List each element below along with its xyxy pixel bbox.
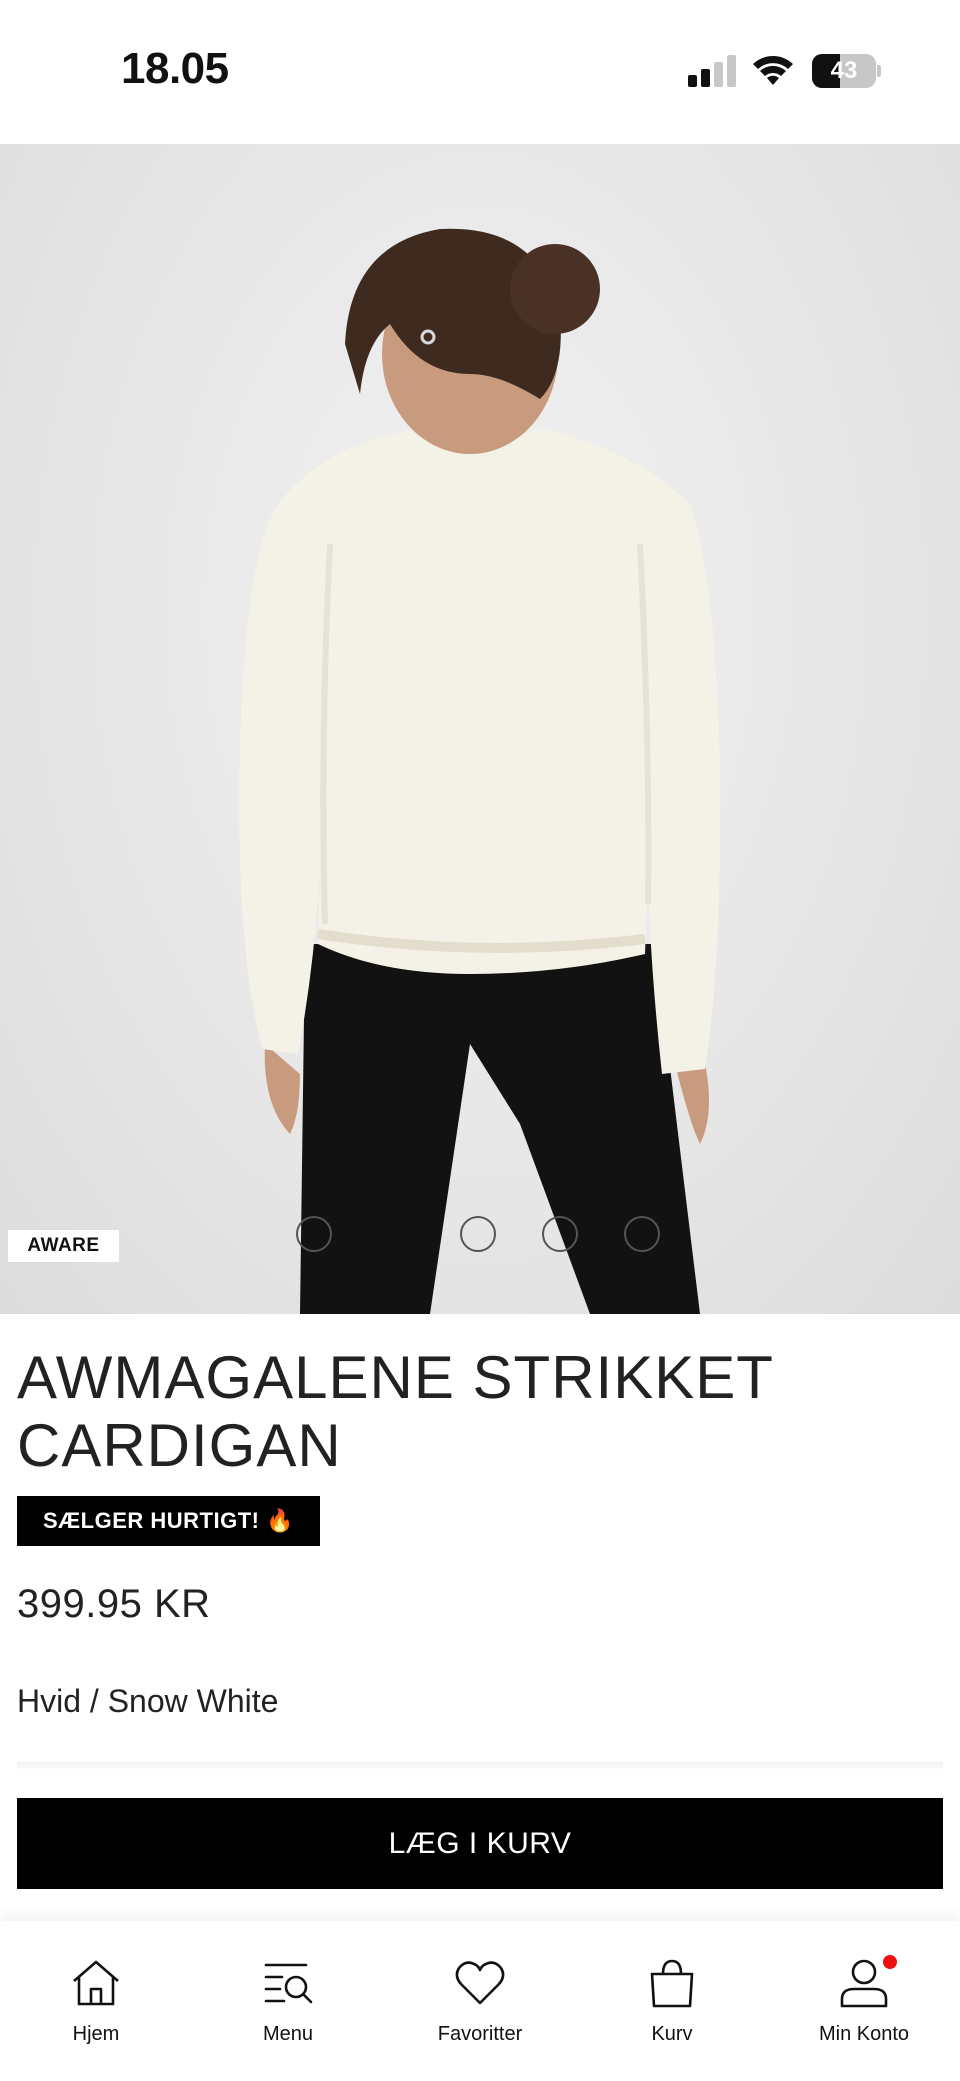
selling-fast-badge: SÆLGER HURTIGT! 🔥 — [17, 1496, 320, 1546]
signal-bar — [727, 55, 736, 87]
divider — [17, 1762, 943, 1770]
nav-item-favorites[interactable]: Favoritter — [384, 1921, 576, 2081]
product-color[interactable]: Hvid / Snow White — [17, 1683, 278, 1720]
product-price: 399.95 KR — [17, 1582, 211, 1626]
notification-dot — [883, 1955, 897, 1969]
home-icon — [73, 1960, 119, 2006]
signal-bar — [701, 69, 710, 87]
product-page: 18.05 43 AWARE AWMAGALENE STRIKKET CARDI… — [0, 0, 960, 2081]
wifi-icon — [753, 56, 793, 85]
product-photo — [239, 228, 721, 1314]
product-image-carousel[interactable]: AWARE — [0, 144, 960, 1314]
nav-label-menu: Menu — [262, 2023, 314, 2045]
product-title: AWMAGALENE STRIKKET CARDIGAN — [17, 1344, 773, 1479]
carousel-dot[interactable] — [296, 1216, 332, 1252]
nav-label-account: Min Konto — [818, 2023, 910, 2045]
status-bar: 18.05 43 — [0, 0, 960, 144]
carousel-dot[interactable] — [624, 1216, 660, 1252]
nav-label-home: Hjem — [72, 2023, 120, 2045]
carousel-indicators — [296, 1216, 666, 1256]
nav-item-cart[interactable]: Kurv — [576, 1921, 768, 2081]
carousel-dot[interactable] — [542, 1216, 578, 1252]
bag-icon — [650, 1959, 694, 2008]
battery-level: 43 — [830, 57, 858, 84]
status-time: 18.05 — [121, 44, 229, 93]
battery-body: 43 — [812, 54, 876, 88]
bottom-navigation: Hjem Menu Favoritter Kurv Min Konto — [0, 1921, 960, 2081]
nav-item-home[interactable]: Hjem — [0, 1921, 192, 2081]
battery-nub — [877, 65, 881, 77]
add-to-cart-button[interactable]: LÆG I KURV — [17, 1798, 943, 1889]
nav-label-cart: Kurv — [651, 2023, 693, 2045]
heart-icon — [455, 1961, 505, 2005]
cellular-signal-icon — [688, 55, 738, 87]
signal-bar — [688, 75, 697, 87]
menu-search-icon — [264, 1963, 313, 2004]
user-icon — [840, 1959, 888, 2008]
carousel-dot[interactable] — [460, 1216, 496, 1252]
battery-icon: 43 — [812, 54, 881, 88]
nav-label-favorites: Favoritter — [437, 2023, 523, 2045]
nav-item-account[interactable]: Min Konto — [768, 1921, 960, 2081]
signal-bar — [714, 62, 723, 87]
brand-tag: AWARE — [8, 1230, 119, 1262]
carousel-dot-active[interactable] — [378, 1216, 414, 1252]
nav-item-menu[interactable]: Menu — [192, 1921, 384, 2081]
